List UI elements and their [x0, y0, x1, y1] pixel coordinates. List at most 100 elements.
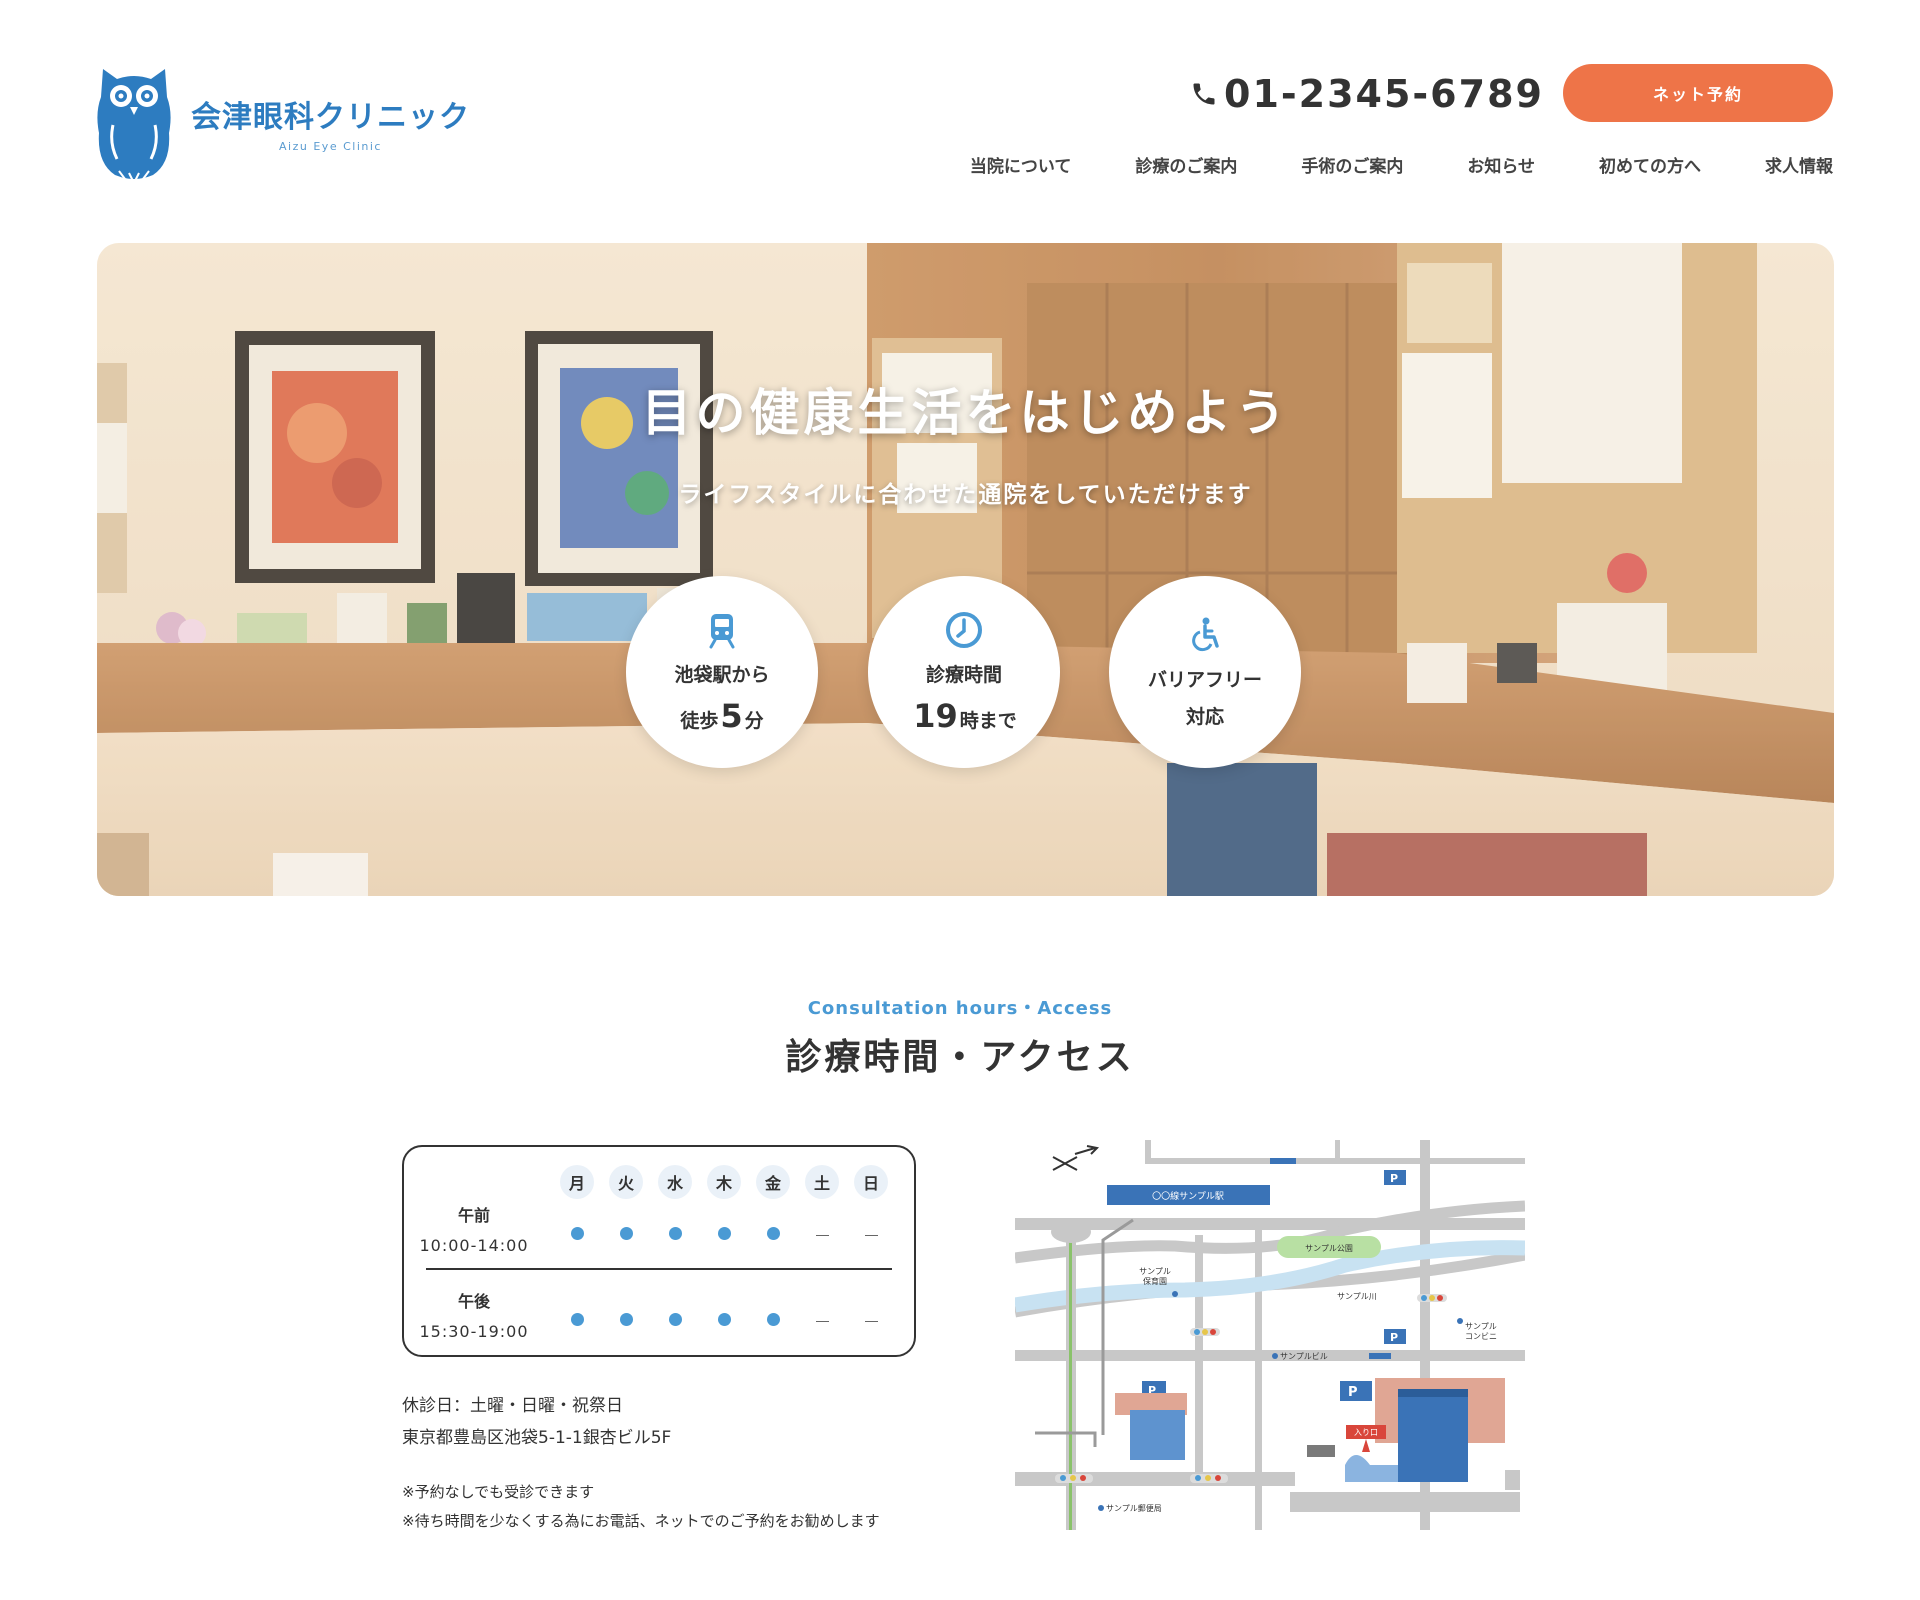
- day-header-wed: 水: [658, 1165, 692, 1199]
- map-nursery-label-2: 保育園: [1143, 1276, 1167, 1286]
- slot-afternoon-label: 午後 15:30-19:00: [404, 1288, 544, 1341]
- slot-morning-label: 午前 10:00-14:00: [404, 1202, 544, 1255]
- nav-item-first-visit[interactable]: 初めての方へ: [1599, 152, 1701, 177]
- feature-hours-line1: 診療時間: [925, 663, 1002, 686]
- open-dot-icon: [570, 1313, 584, 1326]
- phone-number-link[interactable]: 01-2345-6789: [1190, 68, 1544, 120]
- map-nursery-label-1: サンプル: [1139, 1267, 1171, 1276]
- feature-hours-post: 時まで: [959, 709, 1017, 732]
- open-dot: [756, 1225, 790, 1244]
- open-dot-icon: [668, 1227, 682, 1240]
- slot-morning-time: 10:00-14:00: [419, 1236, 529, 1255]
- open-dot-icon: [766, 1227, 780, 1240]
- open-dot: [707, 1311, 741, 1330]
- feature-hours-line2: 19 時まで: [911, 697, 1017, 735]
- clinic-name-en: Aizu Eye Clinic: [279, 139, 382, 153]
- feature-station-access: 池袋駅から 徒歩 5 分: [626, 576, 818, 768]
- feature-station-line1: 池袋駅から: [674, 663, 770, 686]
- feature-barrier-free: バリアフリー 対応: [1109, 576, 1301, 768]
- feature-station-pre: 徒歩: [680, 709, 719, 732]
- feature-barrier-line2: 対応: [1186, 702, 1224, 729]
- feature-station-line2: 徒歩 5 分: [680, 697, 763, 735]
- schedule-divider: [426, 1268, 892, 1270]
- closed-days: 休診日：土曜・日曜・祝祭日: [402, 1396, 623, 1416]
- closed-dash-icon: [864, 1235, 878, 1236]
- map-parking-4: P: [1348, 1385, 1358, 1400]
- map-post-office-label: サンプル郵便局: [1106, 1503, 1162, 1513]
- access-map[interactable]: 〇〇線サンプル駅 サンプル公園 サンプル 保育園 サンプル川 サンプルビル サン…: [1015, 1140, 1525, 1530]
- open-dot-icon: [766, 1313, 780, 1326]
- nav-item-surgery[interactable]: 手術のご案内: [1301, 152, 1403, 177]
- day-header-sat: 土: [805, 1165, 839, 1199]
- open-dot: [658, 1311, 692, 1330]
- day-header-fri: 金: [756, 1165, 790, 1199]
- nav-item-about[interactable]: 当院について: [970, 152, 1072, 177]
- feature-barrier-pre: 対応: [1185, 706, 1224, 728]
- hero-subtitle: ライフスタイルに合わせた通院をしていただけます: [678, 482, 1253, 508]
- slot-afternoon-name: 午後: [457, 1292, 490, 1311]
- hero-overlay: [97, 243, 1834, 896]
- hero-title: 目の健康生活をはじめよう: [641, 384, 1290, 442]
- open-dot-icon: [619, 1227, 633, 1240]
- walk-in-note: ※予約なしでも受診できます: [402, 1483, 595, 1501]
- map-entrance-label: 入り口: [1354, 1428, 1378, 1437]
- compass-icon: [1052, 1145, 1100, 1171]
- open-dot-icon: [717, 1313, 731, 1326]
- online-reservation-button[interactable]: ネット予約: [1563, 64, 1833, 122]
- closed-dash-icon: [815, 1321, 829, 1322]
- phone-number: 01-2345-6789: [1224, 72, 1544, 116]
- open-dot: [560, 1311, 594, 1330]
- slot-morning-name: 午前: [457, 1206, 490, 1225]
- closed-dash: [805, 1225, 839, 1244]
- open-dot: [560, 1225, 594, 1244]
- open-dot: [609, 1311, 643, 1330]
- day-header-mon: 月: [560, 1165, 594, 1199]
- closed-dash-icon: [864, 1321, 878, 1322]
- open-dot: [658, 1225, 692, 1244]
- section-title: 診療時間・アクセス: [785, 1037, 1135, 1078]
- map-park-label: サンプル公園: [1305, 1244, 1353, 1253]
- open-dot-icon: [570, 1227, 584, 1240]
- map-convenience-label-1: サンプル: [1465, 1322, 1497, 1331]
- open-dot-icon: [619, 1313, 633, 1326]
- clock-icon: [946, 611, 982, 648]
- section-subtitle-en: Consultation hours・Access: [807, 998, 1113, 1019]
- open-dot: [609, 1225, 643, 1244]
- map-convenience-label-2: コンビニ: [1465, 1332, 1497, 1341]
- open-dot: [707, 1225, 741, 1244]
- wheelchair-icon: [1192, 617, 1219, 652]
- slot-afternoon-time: 15:30-19:00: [419, 1322, 529, 1341]
- map-parking-2: P: [1390, 1331, 1398, 1344]
- logo-text: 会津眼科クリニック Aizu Eye Clinic: [191, 92, 470, 153]
- clinic-address: 東京都豊島区池袋5-1-1銀杏ビル5F: [402, 1428, 672, 1448]
- closed-dash: [854, 1311, 888, 1330]
- nav-item-treatment[interactable]: 診療のご案内: [1135, 152, 1237, 177]
- open-dot: [756, 1311, 790, 1330]
- map-station-label: 〇〇線サンプル駅: [1152, 1190, 1224, 1202]
- closed-dash-icon: [815, 1235, 829, 1236]
- nav-item-recruit[interactable]: 求人情報: [1765, 152, 1833, 177]
- open-dot-icon: [668, 1313, 682, 1326]
- feature-station-post: 分: [744, 709, 764, 732]
- day-header-sun: 日: [854, 1165, 888, 1199]
- clinic-logo[interactable]: 会津眼科クリニック Aizu Eye Clinic: [95, 62, 475, 182]
- consultation-schedule-table: 月 火 水 木 金 土 日 午前 10:00-14:00 午後 15:30-19…: [402, 1145, 916, 1357]
- day-header-tue: 火: [609, 1165, 643, 1199]
- closed-dash: [805, 1311, 839, 1330]
- hero-banner: 目の健康生活をはじめよう ライフスタイルに合わせた通院をしていただけます 池袋駅…: [97, 243, 1834, 896]
- feature-consultation-hours: 診療時間 19 時まで: [868, 576, 1060, 768]
- closed-dash: [854, 1225, 888, 1244]
- feature-station-minutes: 5: [720, 696, 743, 735]
- map-river: [1015, 1240, 1525, 1313]
- map-parking-1: P: [1390, 1172, 1398, 1185]
- day-header-thu: 木: [707, 1165, 741, 1199]
- feature-barrier-line1: バリアフリー: [1147, 669, 1262, 691]
- clinic-name: 会津眼科クリニック: [191, 99, 470, 135]
- map-building-label: サンプルビル: [1280, 1352, 1328, 1361]
- nav-item-news[interactable]: お知らせ: [1467, 152, 1535, 177]
- map-river-label: サンプル川: [1337, 1292, 1377, 1301]
- feature-hours-time: 19: [913, 696, 958, 735]
- train-icon: [709, 613, 735, 648]
- main-nav: 当院について 診療のご案内 手術のご案内 お知らせ 初めての方へ 求人情報: [970, 152, 1833, 177]
- owl-logo-icon: [97, 69, 171, 181]
